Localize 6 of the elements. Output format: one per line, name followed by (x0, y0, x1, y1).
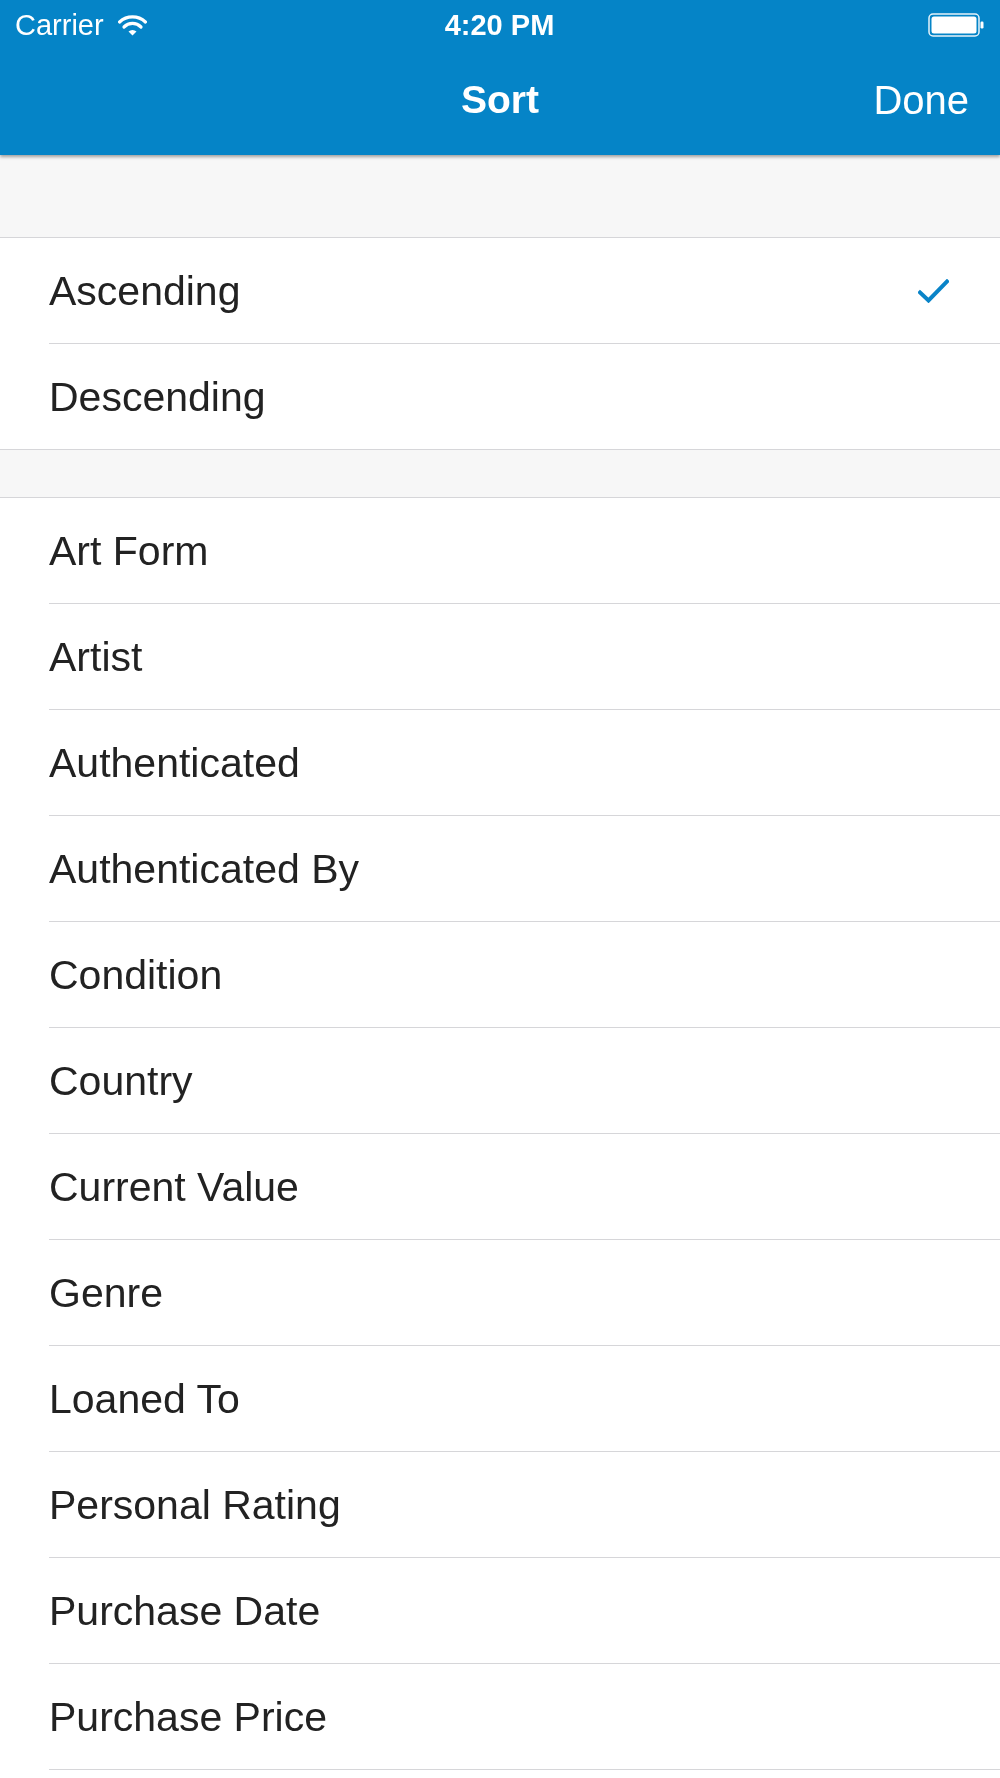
carrier-name: Carrier (15, 8, 104, 42)
status-time: 4:20 PM (444, 8, 555, 42)
nav-title: Sort (461, 76, 539, 123)
wifi-icon (117, 14, 147, 36)
done-button[interactable]: Done (873, 76, 969, 123)
battery-icon (928, 13, 984, 37)
